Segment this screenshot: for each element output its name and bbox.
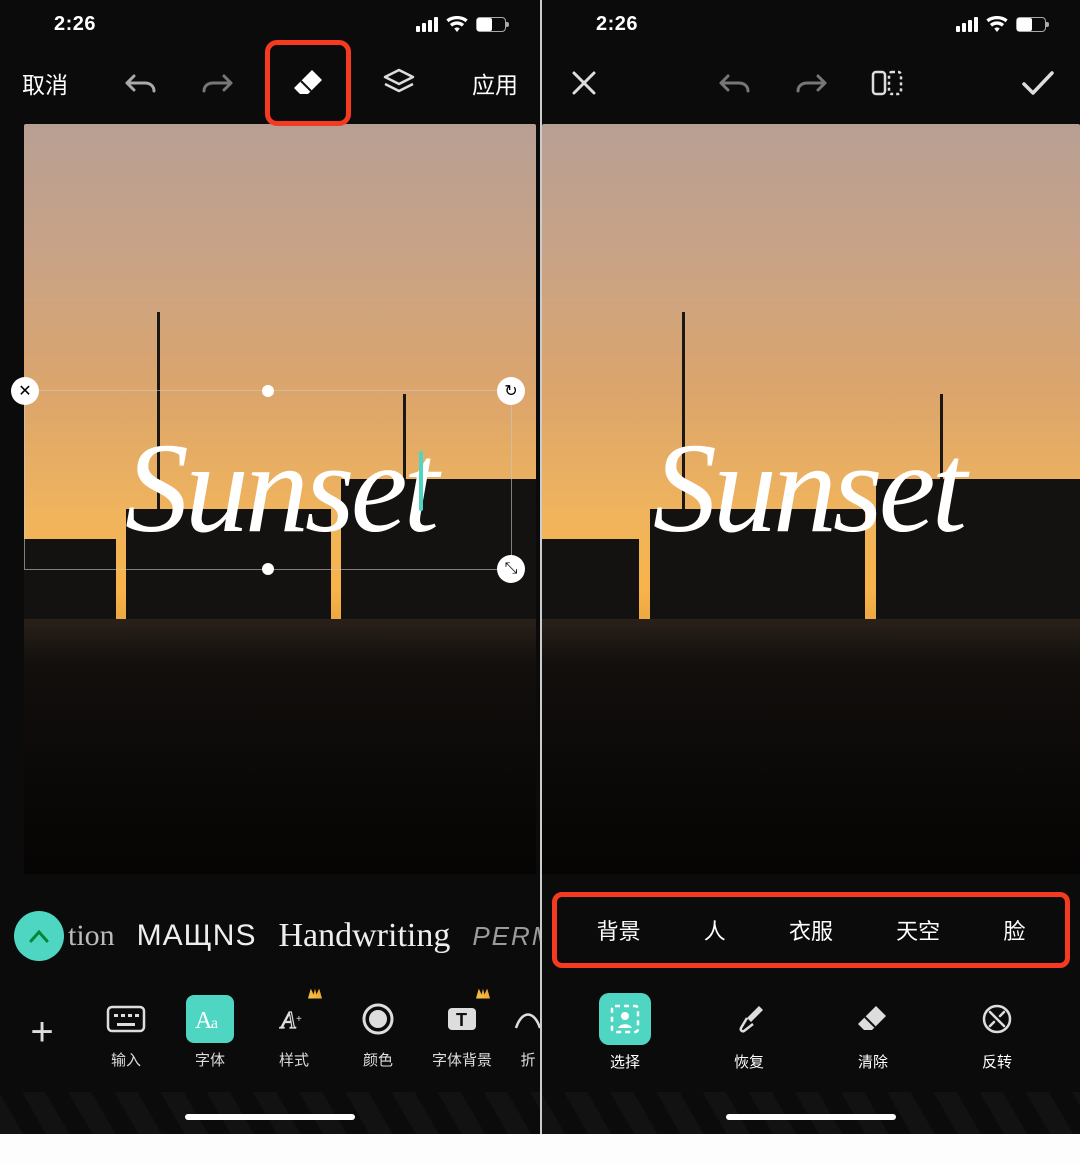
undo-button[interactable] xyxy=(707,55,763,111)
status-bar: 2:26 xyxy=(542,0,1080,48)
page-footer-strip xyxy=(0,1134,1080,1165)
tool-invert[interactable]: 反转 xyxy=(962,993,1032,1072)
compare-button[interactable] xyxy=(859,55,915,111)
scale-handle[interactable]: ⤡ xyxy=(497,555,525,583)
redo-button[interactable] xyxy=(783,55,839,111)
text-cursor xyxy=(419,451,423,511)
select-icon xyxy=(608,1002,642,1036)
text-overlay: Sunset xyxy=(542,424,1080,552)
tab-font[interactable]: Aa 字体 xyxy=(168,995,252,1070)
svg-text:T: T xyxy=(456,1010,467,1030)
tab-label: 样式 xyxy=(279,1049,309,1070)
top-toolbar xyxy=(542,48,1080,118)
svg-text:a: a xyxy=(211,1015,218,1032)
clock: 2:26 xyxy=(54,13,96,36)
font-icon: Aa xyxy=(193,1004,227,1034)
textbg-icon: T xyxy=(444,1004,480,1034)
status-icons xyxy=(956,16,1046,32)
bend-icon xyxy=(514,1004,540,1034)
font-picker-row[interactable]: tion MAЩNS Handwriting PERMAN xyxy=(0,894,540,978)
tab-label: 输入 xyxy=(111,1049,141,1070)
cellular-icon xyxy=(416,17,438,32)
home-indicator[interactable] xyxy=(726,1114,896,1120)
invert-icon xyxy=(980,1002,1014,1036)
rotate-handle[interactable]: ↻ xyxy=(497,377,525,405)
eraser-button[interactable] xyxy=(280,55,336,111)
tool-label: 选择 xyxy=(610,1051,640,1072)
tool-restore[interactable]: 恢复 xyxy=(714,993,784,1072)
tab-label: 颜色 xyxy=(363,1049,393,1070)
add-button[interactable]: + xyxy=(0,1010,84,1055)
tool-label: 反转 xyxy=(982,1051,1012,1072)
battery-icon xyxy=(476,17,506,32)
tool-select[interactable]: 选择 xyxy=(590,993,660,1072)
decorative-pattern xyxy=(542,1092,1080,1134)
font-option[interactable]: MAЩNS xyxy=(137,919,257,953)
chip-sky[interactable]: 天空 xyxy=(878,906,958,954)
chip-background[interactable]: 背景 xyxy=(579,906,659,954)
home-indicator[interactable] xyxy=(185,1114,355,1120)
left-pane: 2:26 取消 xyxy=(0,0,540,1134)
wifi-icon xyxy=(986,16,1008,32)
auto-select-chips: 背景 人 衣服 天空 脸 xyxy=(552,892,1070,968)
tool-erase[interactable]: 清除 xyxy=(838,993,908,1072)
eraser-tool-tabs: 选择 恢复 清除 反转 xyxy=(542,978,1080,1086)
decorative-pattern xyxy=(0,1092,540,1134)
top-toolbar: 取消 应用 xyxy=(0,48,540,118)
eraser-highlight xyxy=(265,40,351,126)
brush-icon xyxy=(733,1002,765,1036)
style-icon: A+ xyxy=(277,1004,311,1034)
text-selection-box[interactable]: ✕ ↻ ⤡ xyxy=(24,390,512,570)
cancel-button[interactable]: 取消 xyxy=(14,66,76,100)
tool-label: 清除 xyxy=(858,1051,888,1072)
font-option[interactable]: Handwriting xyxy=(278,917,450,955)
layers-button[interactable] xyxy=(371,55,427,111)
delete-handle[interactable]: ✕ xyxy=(11,377,39,405)
chip-clothes[interactable]: 衣服 xyxy=(771,906,851,954)
wifi-icon xyxy=(446,16,468,32)
status-icons xyxy=(416,16,506,32)
eraser-icon xyxy=(856,1004,890,1034)
tool-label: 恢复 xyxy=(734,1051,764,1072)
cellular-icon xyxy=(956,17,978,32)
text-tool-tabs: + 输入 Aa 字体 A+ 样式 颜色 T 字体背景 xyxy=(0,978,540,1086)
tab-color[interactable]: 颜色 xyxy=(336,995,420,1070)
redo-button[interactable] xyxy=(189,55,245,111)
keyboard-icon xyxy=(106,1005,146,1033)
tab-bend[interactable]: 折 xyxy=(504,995,540,1070)
confirm-button[interactable] xyxy=(1010,55,1066,111)
tab-label: 字体 xyxy=(195,1049,225,1070)
expand-fonts-button[interactable] xyxy=(14,911,64,961)
clock: 2:26 xyxy=(596,13,638,36)
undo-button[interactable] xyxy=(113,55,169,111)
font-option[interactable]: tion xyxy=(68,919,115,953)
svg-text:+: + xyxy=(296,1014,302,1025)
close-button[interactable] xyxy=(556,55,612,111)
svg-text:A: A xyxy=(279,1008,296,1034)
apply-button[interactable]: 应用 xyxy=(464,66,526,100)
resize-bottom-handle[interactable] xyxy=(262,563,274,575)
chip-face[interactable]: 脸 xyxy=(985,906,1043,954)
color-icon xyxy=(361,1002,395,1036)
tab-label: 折 xyxy=(520,1049,535,1070)
resize-top-handle[interactable] xyxy=(262,385,274,397)
font-option[interactable]: PERMAN xyxy=(472,921,540,952)
tab-input[interactable]: 输入 xyxy=(84,995,168,1070)
chip-person[interactable]: 人 xyxy=(686,906,744,954)
tab-style[interactable]: A+ 样式 xyxy=(252,995,336,1070)
battery-icon xyxy=(1016,17,1046,32)
editing-canvas[interactable]: Sunset xyxy=(542,124,1080,874)
tab-text-bg[interactable]: T 字体背景 xyxy=(420,995,504,1070)
tab-label: 字体背景 xyxy=(432,1049,492,1070)
right-pane: 2:26 xyxy=(540,0,1080,1134)
